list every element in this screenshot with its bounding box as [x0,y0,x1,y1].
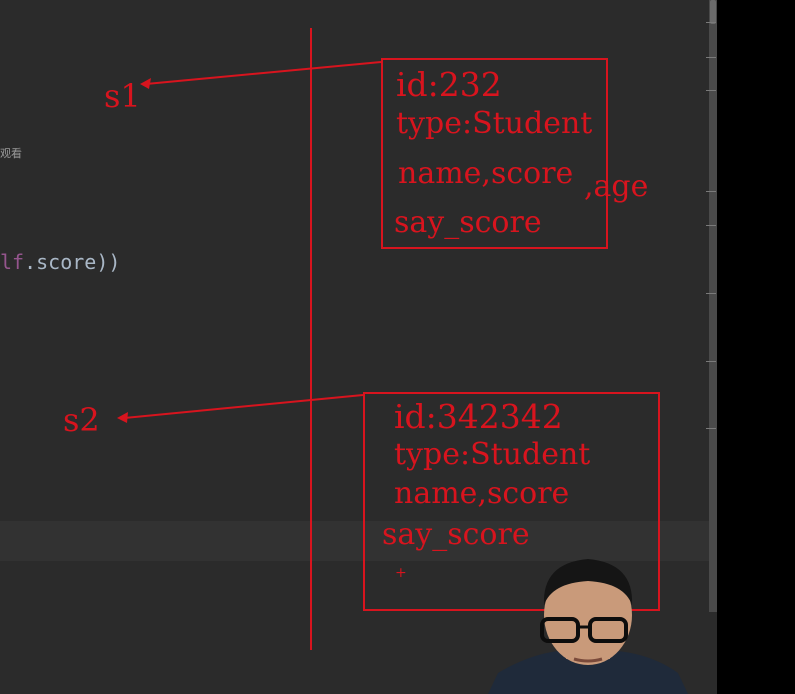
drawing-cursor: + [395,565,407,581]
s1-extra-attr-text: ,age [584,169,649,204]
code-editor[interactable]: 观看 lf.score)) s1 id:232 type:Student nam… [0,0,717,694]
scroll-marker [706,293,716,294]
s1-label: s1 [104,77,141,115]
s2-arrow-head [117,412,128,423]
s1-type-text: type:Student [396,106,593,141]
right-black-panel [717,0,795,694]
scroll-marker [706,191,716,192]
s1-arrow-head [140,78,151,89]
vertical-scrollbar-track[interactable] [709,0,717,612]
s2-label: s2 [63,401,100,439]
vertical-scrollbar-thumb[interactable] [710,0,716,24]
s1-pointer-arrow [145,61,382,85]
s2-id-text: id:342342 [394,397,563,436]
s2-type-text: type:Student [394,437,591,472]
s2-method-text: say_score [382,517,530,552]
s2-pointer-arrow [123,394,364,419]
s2-attrs-text: name,score [394,476,570,511]
scroll-marker [706,57,716,58]
s1-id-text: id:232 [396,65,502,104]
s1-attrs-text: name,score [398,156,574,191]
scroll-marker [706,428,716,429]
s1-method-text: say_score [394,205,542,240]
scroll-marker [706,22,716,23]
scroll-marker [706,225,716,226]
scroll-marker [706,361,716,362]
scroll-marker [706,90,716,91]
presenter-webcam [488,559,688,694]
